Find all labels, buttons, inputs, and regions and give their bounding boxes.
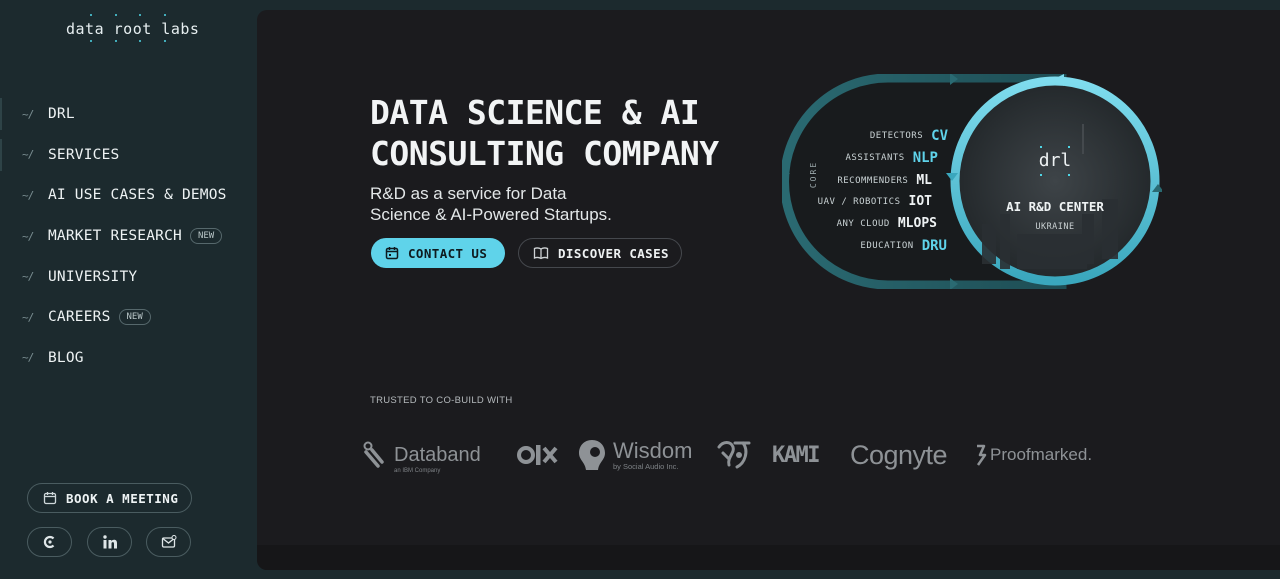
core-row: DETECTORS CV	[812, 128, 948, 144]
center-logo-text: drl	[1038, 150, 1072, 171]
hero-title: DATA SCIENCE & AI CONSULTING COMPANY	[370, 92, 750, 174]
hero-title-line2: CONSULTING COMPANY	[370, 134, 719, 173]
core-row: ANY CLOUD MLOPS	[802, 216, 937, 231]
clutch-button[interactable]	[27, 527, 72, 557]
nav-item-drl[interactable]: ~/ DRL	[0, 94, 257, 135]
nav-item-ai-use-cases[interactable]: ~/ AI USE CASES & DEMOS	[0, 175, 257, 216]
linkedin-button[interactable]	[87, 527, 132, 557]
olx-logo	[517, 445, 558, 465]
squiggle-icon: ~/	[22, 148, 34, 162]
rnd-center-diagram: CORE DETECTORS CV ASSISTANTS NLP RECOMME…	[782, 74, 1162, 289]
squiggle-icon: ~/	[22, 310, 34, 324]
brand-logo[interactable]: data root labs	[66, 14, 199, 42]
core-value: MLOPS	[897, 216, 937, 231]
logo-wordmark: KAMI	[772, 442, 820, 468]
trusted-label: TRUSTED TO CO-BUILD WITH	[370, 395, 513, 406]
squiggle-icon: ~/	[22, 270, 34, 284]
main-panel: DATA SCIENCE & AI CONSULTING COMPANY R&D…	[257, 10, 1280, 570]
center-subtitle: UKRAINE	[1035, 222, 1075, 232]
squiggle-icon: ~/	[22, 229, 34, 243]
proofmarked-icon	[976, 444, 987, 466]
new-badge: NEW	[118, 309, 151, 326]
client-logo-cognyte: Cognyte	[850, 435, 948, 475]
nav-item-label: AI USE CASES & DEMOS	[48, 187, 227, 204]
hero-subtitle-line2: Science & AI-Powered Startups.	[370, 204, 612, 224]
logo-dots	[66, 14, 196, 44]
book-meeting-label: BOOK A MEETING	[66, 490, 179, 506]
core-value: DRU	[921, 238, 947, 254]
contact-us-label: CONTACT US	[408, 245, 488, 261]
core-key: ASSISTANTS	[845, 153, 905, 163]
calendar-icon	[385, 247, 399, 260]
nav-item-university[interactable]: ~/ UNIVERSITY	[0, 256, 257, 297]
squiggle-icon: ~/	[22, 107, 34, 121]
client-logo-wisdom: Wisdom by Social Audio Inc.	[577, 435, 692, 475]
center-title: AI R&D CENTER	[1006, 199, 1104, 214]
nav-item-label: BLOG	[48, 349, 84, 366]
main-panel-footer-strip	[257, 545, 1280, 570]
hero-subtitle: R&D as a service for Data Science & AI-P…	[370, 184, 670, 225]
hero-title-line1: DATA SCIENCE & AI	[370, 93, 700, 132]
logo-wordmark: Wisdom	[613, 437, 693, 463]
wisdom-icon	[579, 440, 605, 470]
book-meeting-button[interactable]: BOOK A MEETING	[27, 483, 192, 513]
squiggle-icon: ~/	[22, 351, 34, 365]
core-key: RECOMMENDERS	[837, 175, 909, 186]
book-icon	[533, 247, 549, 260]
main-nav: ~/ DRL ~/ SERVICES ~/ AI USE CASES & DEM…	[0, 94, 257, 378]
nav-item-services[interactable]: ~/ SERVICES	[0, 135, 257, 176]
core-key: UAV / ROBOTICS	[817, 196, 901, 207]
core-row: RECOMMENDERS ML	[802, 173, 932, 188]
core-value: IOT	[908, 194, 932, 209]
nav-item-label: UNIVERSITY	[48, 268, 138, 285]
core-key: EDUCATION	[860, 241, 914, 251]
client-logo-proofmarked: Proofmarked.	[974, 435, 1092, 475]
logo-sub: an IBM Company	[394, 467, 441, 474]
client-logo-databand: Databand an IBM Company	[362, 435, 481, 475]
logo-wordmark: Databand	[394, 443, 481, 466]
client-logos: Databand an IBM Company Wisdom by Social…	[362, 435, 1102, 475]
nav-item-label: CAREERS	[48, 309, 111, 326]
calendar-icon	[43, 492, 57, 505]
sidebar: data root labs ~/ DRL ~/ SERVICES ~/ AI …	[0, 0, 257, 579]
core-value: ML	[916, 173, 932, 188]
client-logo-symbol	[715, 435, 753, 475]
discover-cases-label: DISCOVER CASES	[558, 245, 669, 261]
brand-mark-icon	[717, 441, 751, 469]
hero-subtitle-line1: R&D as a service for Data	[370, 184, 567, 203]
core-value: NLP	[912, 150, 938, 166]
core-key: ANY CLOUD	[836, 218, 890, 229]
nav-indicator	[0, 98, 2, 130]
nav-item-market-research[interactable]: ~/ MARKET RESEARCH NEW	[0, 216, 257, 257]
nav-item-blog[interactable]: ~/ BLOG	[0, 338, 257, 379]
core-value: CV	[931, 128, 948, 144]
nav-item-label: SERVICES	[48, 146, 120, 163]
logo-sub: by Social Audio Inc.	[613, 461, 679, 471]
linkedin-icon	[102, 535, 117, 549]
logo-wordmark: Cognyte	[850, 439, 948, 470]
contact-us-button[interactable]: CONTACT US	[371, 238, 505, 268]
mail-icon	[161, 535, 176, 548]
nav-item-label: DRL	[48, 106, 75, 123]
core-row: ASSISTANTS NLP	[812, 150, 938, 166]
nav-item-label: MARKET RESEARCH	[48, 228, 182, 245]
core-row: UAV / ROBOTICS IOT	[802, 194, 932, 209]
client-logo-olx	[517, 435, 559, 475]
nav-indicator	[0, 138, 2, 171]
mail-button[interactable]	[146, 527, 191, 557]
client-logo-kami: KAMI	[772, 435, 820, 475]
new-badge: NEW	[189, 228, 223, 245]
clutch-icon	[43, 535, 54, 549]
nav-item-careers[interactable]: ~/ CAREERS NEW	[0, 297, 257, 338]
discover-cases-button[interactable]: DISCOVER CASES	[518, 238, 682, 268]
core-key: DETECTORS	[869, 131, 924, 141]
squiggle-icon: ~/	[22, 188, 34, 202]
center-logo: drl	[1030, 146, 1080, 176]
databand-icon	[363, 441, 384, 468]
logo-wordmark: Proofmarked.	[990, 445, 1093, 464]
core-row: EDUCATION DRU	[812, 238, 947, 254]
